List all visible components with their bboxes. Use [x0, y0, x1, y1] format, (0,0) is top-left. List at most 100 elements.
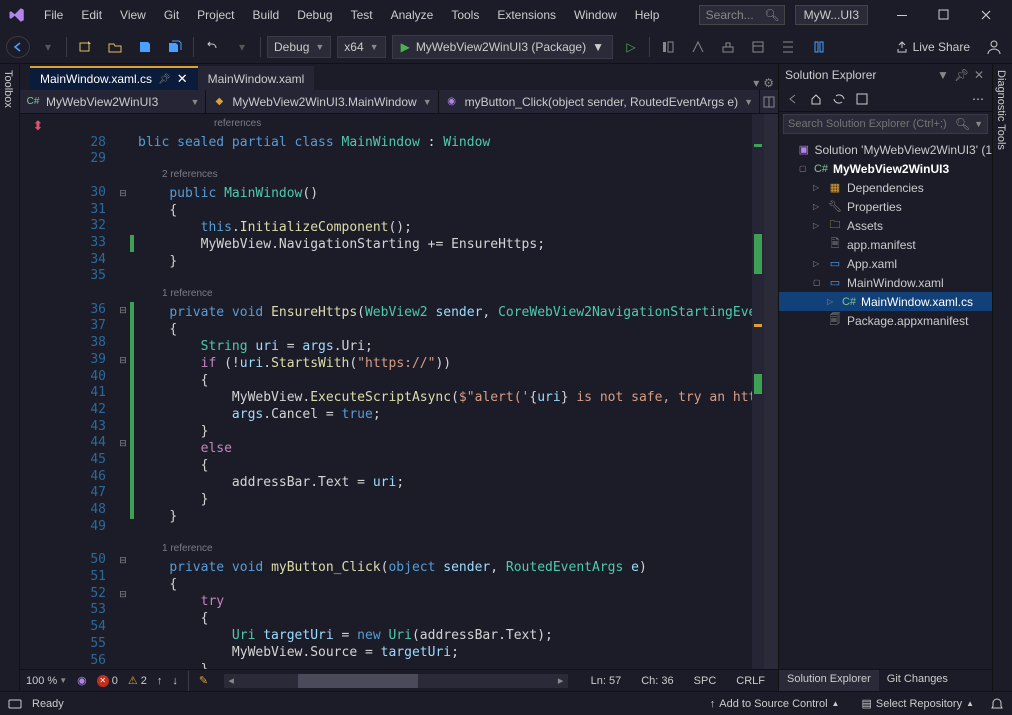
tree-project-node[interactable]: ▢ C# MyWebView2WinUI3	[779, 159, 992, 178]
code-editor[interactable]: ⬍ 28293031323334353637383940414243444546…	[20, 114, 778, 669]
start-without-debug-button[interactable]: ▷	[619, 35, 643, 59]
tab-overflow-button[interactable]: ▾	[753, 76, 759, 90]
sln-back-button[interactable]	[783, 89, 803, 109]
solution-search-input[interactable]	[788, 118, 955, 130]
tool-step-4[interactable]	[746, 35, 770, 59]
codelens[interactable]: 1 reference	[134, 288, 752, 305]
tree-mainwindow-xaml[interactable]: ▢ ▭ MainWindow.xaml	[779, 273, 992, 292]
expand-icon[interactable]: ▷	[827, 297, 837, 306]
tool-step-2[interactable]	[686, 35, 710, 59]
tree-assets[interactable]: ▷ 🗀 Assets	[779, 216, 992, 235]
menu-analyze[interactable]: Analyze	[383, 4, 442, 26]
panel-tab-git[interactable]: Git Changes	[879, 670, 956, 691]
config-combo[interactable]: Debug ▼	[267, 36, 331, 58]
menu-window[interactable]: Window	[566, 4, 625, 26]
tree-dependencies[interactable]: ▷ ▦ Dependencies	[779, 178, 992, 197]
overview-ruler[interactable]	[752, 114, 764, 669]
forward-button[interactable]: ▾	[36, 35, 60, 59]
close-button[interactable]	[966, 3, 1006, 27]
sln-more-button[interactable]: ⋯	[968, 89, 988, 109]
tab-settings-button[interactable]: ⚙	[763, 76, 774, 90]
menu-debug[interactable]: Debug	[289, 4, 340, 26]
vertical-scrollbar[interactable]	[764, 114, 778, 669]
redo-button[interactable]: ▾	[230, 35, 254, 59]
undo-button[interactable]	[200, 35, 224, 59]
nav-member-combo[interactable]: ◉ myButton_Click(object sender, RoutedEv…	[439, 90, 760, 113]
expand-icon[interactable]: ▷	[813, 202, 823, 211]
maximize-button[interactable]	[924, 3, 964, 27]
tree-mainwindow-cs[interactable]: ▷ C# MainWindow.xaml.cs	[779, 292, 992, 311]
minimize-button[interactable]	[882, 3, 922, 27]
toolbox-panel-tab[interactable]: Toolbox	[0, 64, 20, 691]
brush-icon[interactable]: ✎	[199, 674, 208, 687]
outlining-margin[interactable]: ⊟⊟⊟⊟⊟⊟	[116, 114, 130, 669]
eol-indicator[interactable]: CRLF	[729, 672, 772, 690]
horizontal-scrollbar[interactable]: ◂ ▸	[224, 674, 568, 688]
platform-combo[interactable]: x64 ▼	[337, 36, 385, 58]
tool-step-3[interactable]	[716, 35, 740, 59]
line-indicator[interactable]: Ln: 57	[584, 672, 629, 690]
sln-sync-button[interactable]	[829, 89, 849, 109]
panel-pin-button[interactable]: 📌︎	[954, 68, 968, 82]
indent-indicator[interactable]: SPC	[687, 672, 724, 690]
open-button[interactable]	[103, 35, 127, 59]
menu-git[interactable]: Git	[156, 4, 187, 26]
expand-icon[interactable]: ▢	[799, 164, 809, 173]
select-repository-button[interactable]: ▤ Select Repository ▲	[855, 695, 980, 712]
codelens[interactable]: references	[134, 118, 752, 135]
tool-step-5[interactable]	[776, 35, 800, 59]
menu-project[interactable]: Project	[189, 4, 242, 26]
close-tab-button[interactable]: ✕	[177, 71, 188, 87]
nav-class-combo[interactable]: ◆ MyWebView2WinUI3.MainWindow ▼	[206, 90, 438, 113]
menu-file[interactable]: File	[36, 4, 71, 26]
warnings-badge[interactable]: ⚠ 2	[128, 674, 147, 687]
panel-close-button[interactable]: ✕	[972, 68, 986, 82]
tree-app-manifest[interactable]: 🗎 app.manifest	[779, 235, 992, 254]
tool-step-1[interactable]	[656, 35, 680, 59]
back-button[interactable]	[6, 36, 30, 58]
codelens[interactable]: 1 reference	[134, 543, 752, 560]
menu-tools[interactable]: Tools	[443, 4, 487, 26]
output-icon[interactable]	[8, 697, 22, 711]
expand-icon[interactable]: ▷	[813, 221, 823, 230]
diagnostic-tools-tab[interactable]: Diagnostic Tools	[992, 64, 1012, 691]
nav-up-button[interactable]: ↑	[157, 675, 163, 687]
errors-badge[interactable]: ✕ 0	[97, 675, 118, 687]
new-item-button[interactable]	[73, 35, 97, 59]
solution-search-box[interactable]: 🔍︎ ▼	[783, 114, 988, 134]
tree-solution-node[interactable]: ▣ Solution 'MyWebView2WinUI3' (1	[779, 140, 992, 159]
save-all-button[interactable]	[163, 35, 187, 59]
live-share-button[interactable]: Live Share	[889, 40, 976, 54]
add-source-control-button[interactable]: ↑ Add to Source Control ▲	[704, 696, 846, 712]
menu-build[interactable]: Build	[245, 4, 288, 26]
track-changes-icon[interactable]: ⬍	[33, 118, 44, 134]
nav-down-button[interactable]: ↓	[172, 675, 178, 687]
expand-icon[interactable]: ▷	[813, 259, 823, 268]
notifications-button[interactable]	[990, 697, 1004, 711]
start-debug-button[interactable]: ▶ MyWebView2WinUI3 (Package) ▼	[392, 35, 613, 59]
menu-help[interactable]: Help	[627, 4, 668, 26]
expand-icon[interactable]: ▢	[813, 278, 823, 287]
account-button[interactable]	[982, 35, 1006, 59]
zoom-combo[interactable]: 100 % ▼	[26, 675, 67, 687]
code-text-area[interactable]: references blic sealed partial class Mai…	[134, 114, 752, 669]
title-search-box[interactable]: Search... 🔍︎	[699, 5, 785, 25]
codelens[interactable]: 2 references	[134, 169, 752, 186]
menu-view[interactable]: View	[112, 4, 154, 26]
menu-test[interactable]: Test	[343, 4, 381, 26]
panel-tab-solution[interactable]: Solution Explorer	[779, 670, 879, 691]
menu-extensions[interactable]: Extensions	[489, 4, 564, 26]
nav-split-button[interactable]	[760, 96, 778, 108]
panel-options-button[interactable]: ▼	[936, 68, 950, 82]
title-app-name[interactable]: MyW...UI3	[795, 5, 868, 25]
tab-mainwindow-cs[interactable]: MainWindow.xaml.cs 📌︎ ✕	[30, 66, 198, 90]
chevron-down-icon[interactable]: ▼	[974, 119, 983, 129]
expand-icon[interactable]: ▷	[813, 183, 823, 192]
sln-home-button[interactable]	[806, 89, 826, 109]
tree-properties[interactable]: ▷ 🔧︎ Properties	[779, 197, 992, 216]
pin-icon[interactable]: 📌︎	[158, 74, 171, 85]
sln-filter-button[interactable]	[852, 89, 872, 109]
tree-package-manifest[interactable]: 🗐 Package.appxmanifest	[779, 311, 992, 330]
tool-step-6[interactable]	[806, 35, 830, 59]
menu-edit[interactable]: Edit	[73, 4, 110, 26]
